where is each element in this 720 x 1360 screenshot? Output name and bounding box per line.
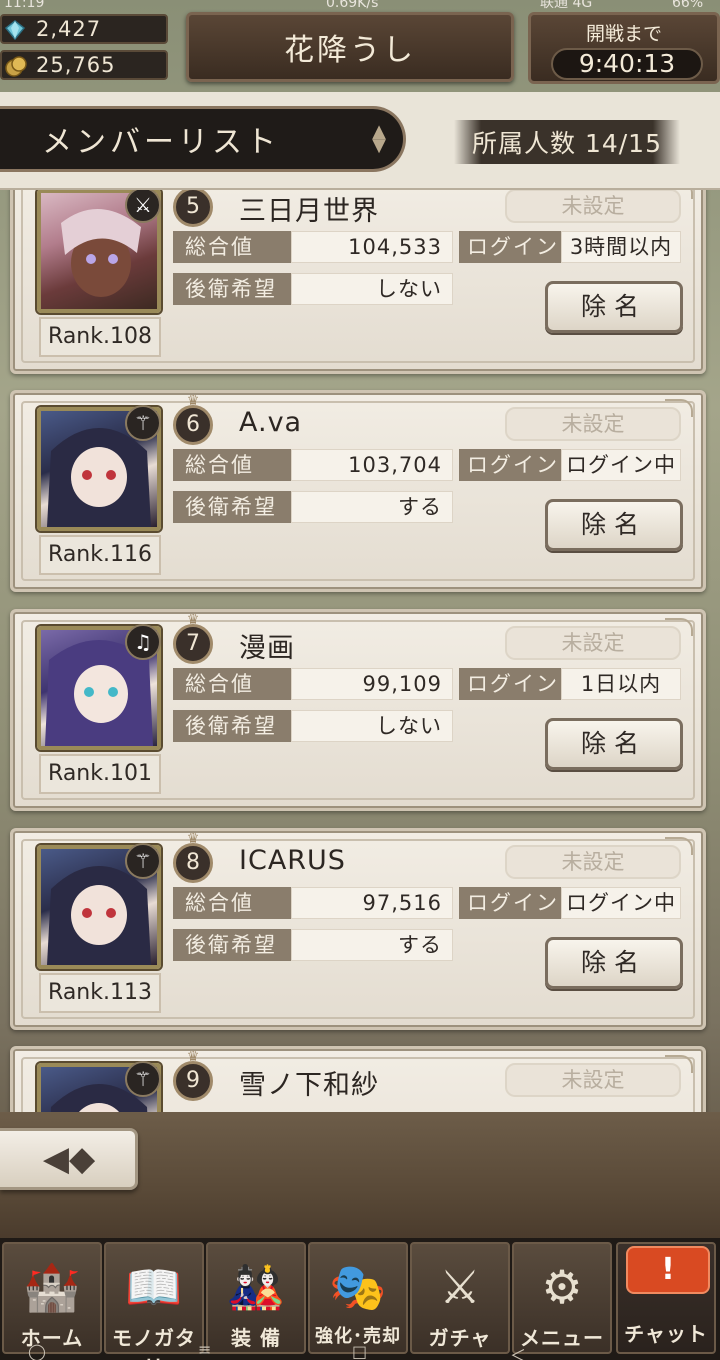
coin-counter: 25,765 xyxy=(0,50,168,80)
member-card: ⚚ ♛ 9 雪ノ下和紗 未設定 xyxy=(10,1046,706,1114)
gem-icon xyxy=(4,20,26,41)
login-value: 1日以内 xyxy=(561,668,681,700)
kick-button[interactable]: 除名 xyxy=(545,718,683,770)
total-power-label: 総合値 xyxy=(173,887,291,919)
login-label: ログイン xyxy=(459,449,561,481)
rank-label: Rank.108 xyxy=(39,317,161,357)
mask-icon: 🎭 xyxy=(329,1260,387,1314)
member-name: 雪ノ下和紗 xyxy=(239,1070,379,1101)
role-tag: 未設定 xyxy=(505,190,681,223)
login-value: 3時間以内 xyxy=(561,231,681,263)
status-carrier: 联通 4G xyxy=(540,0,593,11)
coin-icon xyxy=(5,56,27,77)
guild-name-plate[interactable]: 花降うし xyxy=(186,12,514,82)
sort-toggle-icon[interactable]: ▲ ▼ xyxy=(369,123,393,155)
nav-circle-icon[interactable]: ◯ xyxy=(28,1342,46,1360)
book-icon: 📖 xyxy=(125,1260,183,1314)
rearguard-value: しない xyxy=(291,273,453,305)
member-card: ⚔ Rank.108 ♛ 5 三日月世界 未設定 総合値 104,533 ログイ… xyxy=(10,190,706,374)
total-power-value: 104,533 xyxy=(291,231,453,263)
total-power-value: 97,516 xyxy=(291,887,453,919)
staff-icon: ⚚ xyxy=(125,1061,161,1097)
member-name: A.va xyxy=(239,407,303,438)
rearguard-value: しない xyxy=(291,710,453,742)
login-label: ログイン xyxy=(459,887,561,919)
member-card: ⚚ Rank.116 ♛ 6 A.va 未設定 総合値 103,704 ログイン… xyxy=(10,390,706,592)
role-tag: 未設定 xyxy=(505,1063,681,1097)
role-tag: 未設定 xyxy=(505,845,681,879)
member-number: 6 xyxy=(173,405,213,445)
rank-label: Rank.116 xyxy=(39,535,161,575)
gem-counter: 2,427 xyxy=(0,14,168,44)
total-power-value: 103,704 xyxy=(291,449,453,481)
nav-gacha[interactable]: ⚔ ガチャ xyxy=(410,1242,510,1354)
gears-icon: ⚙ xyxy=(541,1260,583,1314)
kick-button[interactable]: 除名 xyxy=(545,281,683,333)
kick-button[interactable]: 除名 xyxy=(545,937,683,989)
status-time: 11:19 xyxy=(4,0,45,11)
rearguard-label: 後衛希望 xyxy=(173,491,291,523)
back-arrow-icon: ◀◆ xyxy=(42,1139,96,1179)
castle-icon: 🏰 xyxy=(23,1260,81,1314)
harp-icon: ♫ xyxy=(125,624,161,660)
member-list-title-plate[interactable]: メンバーリスト ▲ ▼ xyxy=(0,106,406,172)
member-name: 三日月世界 xyxy=(239,196,379,227)
rearguard-label: 後衛希望 xyxy=(173,710,291,742)
page-title: メンバーリスト xyxy=(42,125,280,160)
rank-label: Rank.101 xyxy=(39,754,161,794)
rank-label: Rank.113 xyxy=(39,973,161,1013)
login-value: ログイン中 xyxy=(561,887,681,919)
timer-label: 開戦まで xyxy=(585,23,662,45)
nav-menu[interactable]: ⚙ メニュー xyxy=(512,1242,612,1354)
rearguard-label: 後衛希望 xyxy=(173,273,291,305)
nav-back-icon[interactable]: ＜ xyxy=(510,1342,526,1360)
member-list[interactable]: ⚔ Rank.108 ♛ 5 三日月世界 未設定 総合値 104,533 ログイ… xyxy=(0,190,720,1114)
member-card: ⚚ Rank.113 ♛ 8 ICARUS 未設定 総合値 97,516 ログイ… xyxy=(10,828,706,1030)
nav-home[interactable]: 🏰 ホーム xyxy=(2,1242,102,1354)
nav-enhance-sell[interactable]: 🎭 強化･売却 xyxy=(308,1242,408,1354)
total-power-label: 総合値 xyxy=(173,449,291,481)
chat-alert-icon: ! xyxy=(626,1246,710,1294)
crossed-weapons-icon: ⚔ xyxy=(439,1260,481,1314)
kick-button[interactable]: 除名 xyxy=(545,499,683,551)
login-value: ログイン中 xyxy=(561,449,681,481)
staff-icon: ⚚ xyxy=(125,405,161,441)
nav-square-icon[interactable]: □ xyxy=(352,1342,367,1360)
staff-icon: ⚚ xyxy=(125,843,161,879)
status-battery: 66% xyxy=(672,0,704,11)
status-network-speed: 0.69K/s xyxy=(326,0,379,11)
rearguard-value: する xyxy=(291,491,453,523)
total-power-value: 99,109 xyxy=(291,668,453,700)
timer-value: 9:40:13 xyxy=(551,48,703,80)
member-count: 所属人数 14/15 xyxy=(454,120,680,164)
nav-story[interactable]: 📖 モノガタリ xyxy=(104,1242,204,1360)
rearguard-label: 後衛希望 xyxy=(173,929,291,961)
total-power-label: 総合値 xyxy=(173,231,291,263)
role-tag: 未設定 xyxy=(505,626,681,660)
login-label: ログイン xyxy=(459,668,561,700)
member-number: 7 xyxy=(173,624,213,664)
nav-chat[interactable]: ! チャット xyxy=(616,1242,716,1354)
login-label: ログイン xyxy=(459,231,561,263)
member-card: ♫ Rank.101 ♛ 7 漫画 未設定 総合値 99,109 ログイン 1日… xyxy=(10,609,706,811)
role-tag: 未設定 xyxy=(505,407,681,441)
nav-equipment[interactable]: 🎎 装 備 xyxy=(206,1242,306,1354)
gem-count: 2,427 xyxy=(36,17,102,41)
puppet-icon: 🎎 xyxy=(227,1260,285,1314)
nav-menu-icon[interactable]: ≡ xyxy=(198,1340,211,1359)
member-number: 8 xyxy=(173,843,213,883)
back-button[interactable]: ◀◆ xyxy=(0,1128,138,1190)
member-name: 漫画 xyxy=(239,633,295,664)
battle-timer: 開戦まで 9:40:13 xyxy=(528,12,720,84)
total-power-label: 総合値 xyxy=(173,668,291,700)
guild-name: 花降うし xyxy=(284,33,416,68)
member-number: 9 xyxy=(173,1061,213,1101)
system-nav: ◯ ≡ □ ＜ xyxy=(0,1340,720,1360)
coin-count: 25,765 xyxy=(36,53,116,77)
member-name: ICARUS xyxy=(239,845,346,876)
rearguard-value: する xyxy=(291,929,453,961)
